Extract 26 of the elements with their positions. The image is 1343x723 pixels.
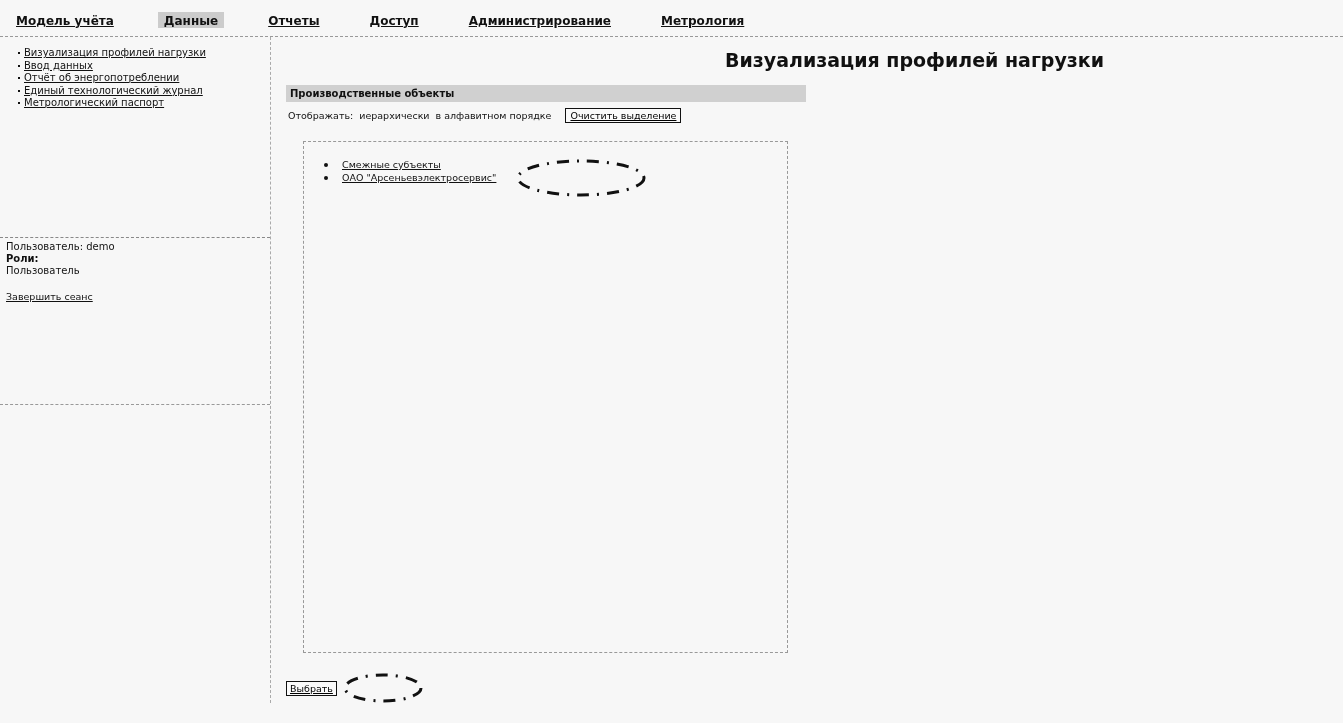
sidebar-link[interactable]: Визуализация профилей нагрузки (24, 47, 206, 58)
nav-tab[interactable]: Модель учёта (10, 12, 120, 28)
clear-selection-button[interactable]: Очистить выделение (565, 108, 682, 123)
display-option[interactable]: в алфавитном порядке (435, 110, 552, 121)
display-option[interactable]: иерархически (359, 110, 430, 121)
display-label: Отображать: (288, 110, 354, 121)
sidebar-link[interactable]: Ввод данных (24, 59, 93, 71)
panel-header: Производственные объекты (286, 85, 806, 102)
bullet-icon (324, 162, 328, 167)
nav-tab[interactable]: Доступ (363, 12, 425, 28)
tree-item[interactable]: Смежные субъекты (342, 159, 441, 170)
nav-tab[interactable]: Метрология (655, 12, 751, 28)
sidebar-link[interactable]: Метрологический паспорт (24, 97, 165, 108)
user-label: Пользователь: demo (6, 241, 116, 253)
nav-tab[interactable]: Администрирование (462, 12, 617, 28)
nav-tab[interactable]: Отчеты (262, 12, 326, 28)
nav-tab[interactable]: Данные (157, 12, 225, 28)
page-title: Визуализация профилей нагрузки (723, 49, 1106, 73)
sidebar-link[interactable]: Единый технологический журнал (24, 84, 203, 96)
select-button[interactable]: Выбрать (286, 680, 337, 696)
roles-label: Роли: (6, 253, 40, 265)
bullet-icon (324, 175, 328, 180)
role-text: Пользователь (6, 265, 81, 277)
logout-link[interactable]: Завершить сеанс (6, 291, 93, 303)
tree-item[interactable]: ОАО "Арсеньевэлектросервис" (342, 172, 497, 183)
sidebar-link[interactable]: Отчёт об энергопотреблении (24, 72, 180, 83)
